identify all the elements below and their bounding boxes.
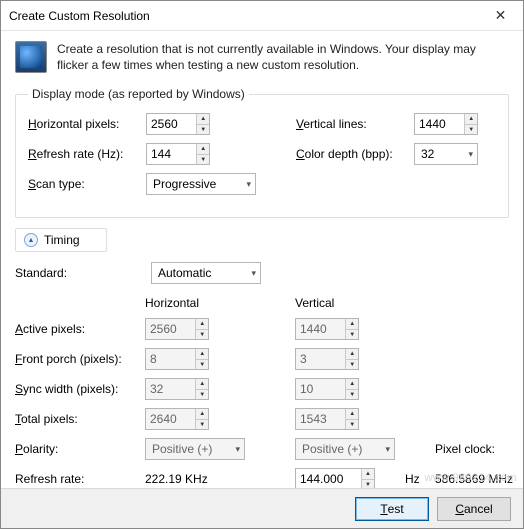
active-pixels-label: Active pixels: — [15, 322, 145, 336]
color-depth-label: Color depth (bpp): — [296, 147, 406, 161]
vertical-lines-label: Vertical lines: — [296, 117, 406, 131]
standard-select[interactable]: Automatic ▾ — [151, 262, 261, 284]
refresh-rate-input[interactable]: ▲▼ — [146, 143, 210, 165]
chevron-up-icon[interactable]: ▲ — [465, 114, 477, 125]
timing-grid: Horizontal Vertical Active pixels: ▲▼ ▲▼… — [15, 296, 509, 512]
color-depth-select[interactable]: 32 ▾ — [414, 143, 478, 165]
collapse-icon: ▲ — [24, 233, 38, 247]
refresh-rate-label: Refresh rate (Hz): — [28, 147, 138, 161]
intro-text: Create a resolution that is not currentl… — [57, 41, 509, 73]
horizontal-header: Horizontal — [145, 296, 255, 310]
timing-toggle[interactable]: ▲ Timing — [15, 228, 107, 252]
active-v-input: ▲▼ — [295, 318, 359, 340]
vertical-lines-value[interactable] — [415, 114, 464, 134]
polarity-label: Polarity: — [15, 442, 145, 456]
chevron-down-icon: ▾ — [468, 149, 473, 160]
scan-type-label: Scan type: — [28, 177, 138, 191]
pixel-clock-label: Pixel clock: — [435, 442, 524, 456]
sync-width-label: Sync width (pixels): — [15, 382, 145, 396]
color-depth-value: 32 — [421, 147, 434, 161]
chevron-down-icon[interactable]: ▼ — [197, 125, 209, 135]
chevron-up-icon[interactable]: ▲ — [197, 144, 209, 155]
titlebar: Create Custom Resolution ✕ — [1, 1, 523, 31]
dialog-content: Create a resolution that is not currentl… — [1, 31, 523, 512]
chevron-down-icon: ▾ — [251, 268, 256, 279]
cancel-button[interactable]: Cancel — [437, 497, 511, 521]
front-h-input: ▲▼ — [145, 348, 209, 370]
chevron-down-icon[interactable]: ▼ — [197, 155, 209, 165]
button-bar: Test Cancel — [1, 488, 523, 528]
polarity-h-select: Positive (+)▾ — [145, 438, 245, 460]
scan-type-value: Progressive — [153, 177, 216, 191]
spinner-arrows[interactable]: ▲▼ — [464, 114, 477, 134]
refresh-rate-value[interactable] — [147, 144, 196, 164]
display-mode-group: Display mode (as reported by Windows) Ho… — [15, 87, 509, 218]
sync-h-input: ▲▼ — [145, 378, 209, 400]
chevron-down-icon[interactable]: ▼ — [465, 125, 477, 135]
horizontal-pixels-input[interactable]: ▲▼ — [146, 113, 210, 135]
front-v-input: ▲▼ — [295, 348, 359, 370]
active-h-input: ▲▼ — [145, 318, 209, 340]
scan-type-select[interactable]: Progressive ▾ — [146, 173, 256, 195]
chevron-down-icon: ▾ — [235, 444, 240, 455]
display-mode-legend: Display mode (as reported by Windows) — [28, 87, 249, 101]
total-v-input: ▲▼ — [295, 408, 359, 430]
sync-v-input: ▲▼ — [295, 378, 359, 400]
standard-label: Standard: — [15, 266, 141, 280]
timing-label: Timing — [44, 233, 80, 247]
intro-row: Create a resolution that is not currentl… — [15, 41, 509, 73]
spinner-arrows[interactable]: ▲▼ — [196, 144, 209, 164]
monitor-icon — [15, 41, 47, 73]
horizontal-pixels-label: Horizontal pixels: — [28, 117, 138, 131]
pixel-clock-value: 586.5869 MHz — [435, 472, 524, 486]
chevron-down-icon: ▾ — [246, 179, 251, 190]
refresh-rate-h-value: 222.19 KHz — [145, 472, 255, 486]
polarity-v-select: Positive (+)▾ — [295, 438, 395, 460]
total-pixels-label: Total pixels: — [15, 412, 145, 426]
close-icon: ✕ — [495, 7, 507, 24]
vertical-lines-input[interactable]: ▲▼ — [414, 113, 478, 135]
chevron-down-icon: ▾ — [385, 444, 390, 455]
timing-refresh-rate-label: Refresh rate: — [15, 472, 145, 486]
window-title: Create Custom Resolution — [9, 9, 150, 23]
vertical-header: Vertical — [295, 296, 405, 310]
test-button[interactable]: Test — [355, 497, 429, 521]
close-button[interactable]: ✕ — [478, 1, 523, 31]
horizontal-pixels-value[interactable] — [147, 114, 196, 134]
refresh-rate-v-unit: Hz — [405, 472, 435, 486]
standard-value: Automatic — [158, 266, 211, 280]
chevron-up-icon[interactable]: ▲ — [197, 114, 209, 125]
front-porch-label: Front porch (pixels): — [15, 352, 145, 366]
total-h-input: ▲▼ — [145, 408, 209, 430]
spinner-arrows[interactable]: ▲▼ — [196, 114, 209, 134]
